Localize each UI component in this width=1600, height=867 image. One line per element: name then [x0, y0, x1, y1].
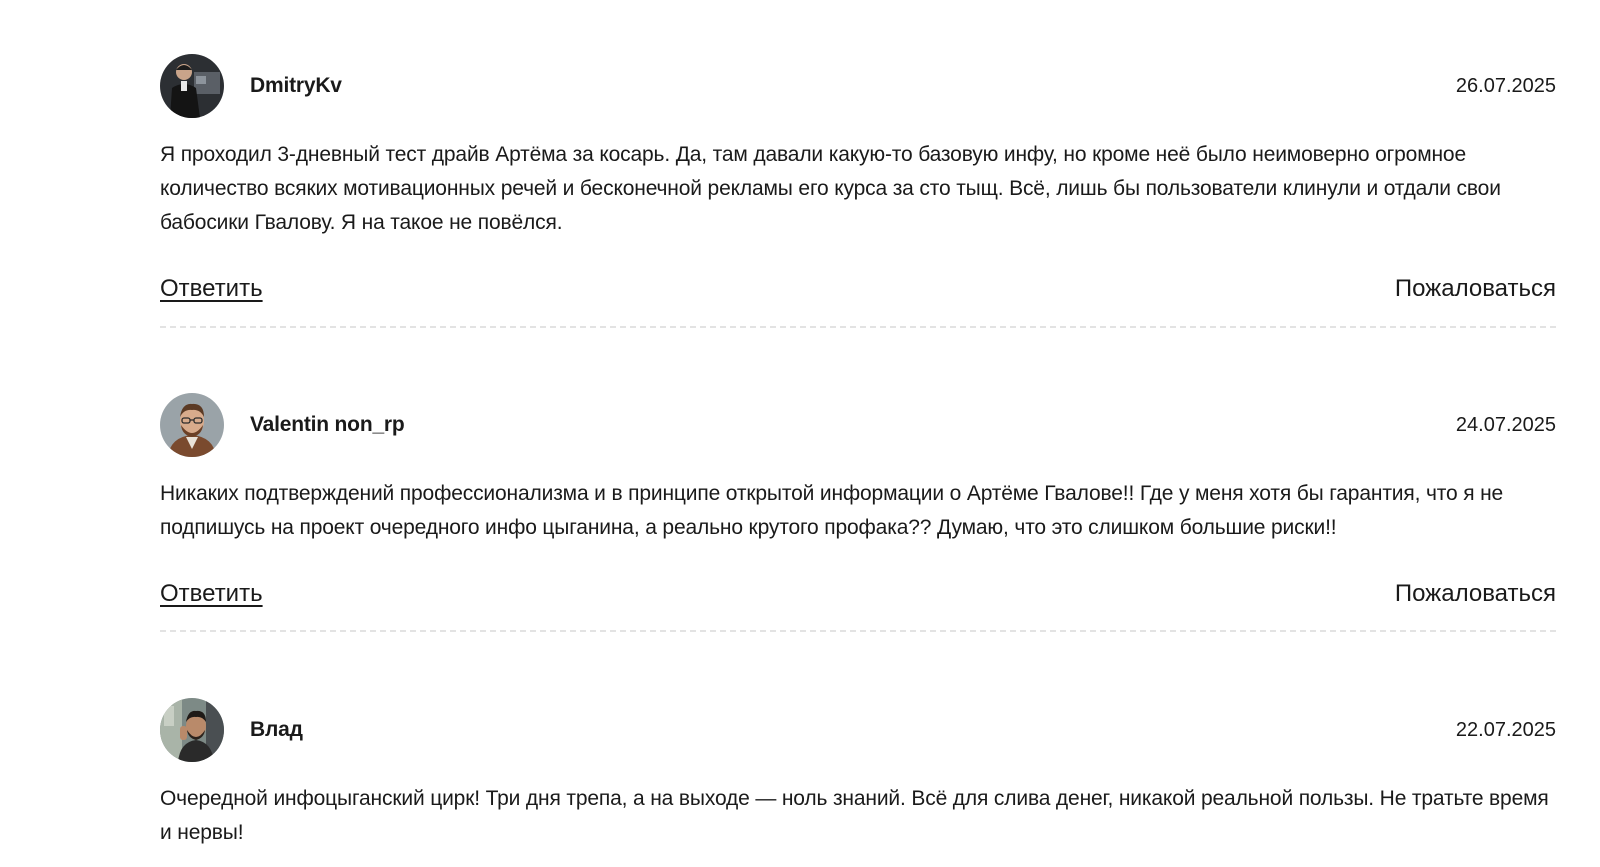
comment-actions: Ответить Пожаловаться [160, 274, 1556, 304]
comment-date: 24.07.2025 [1455, 414, 1556, 436]
comments-list: DmitryKv 26.07.2025 Я проходил 3-дневный… [0, 0, 1600, 867]
comment-divider [160, 326, 1556, 328]
comment-text: Очередной инфоцыганский цирк! Три дня тр… [160, 787, 1549, 844]
report-link[interactable]: Пожаловаться [1395, 579, 1556, 609]
comment-author: Влад [250, 718, 303, 741]
comment-item: DmitryKv 26.07.2025 Я проходил 3-дневный… [160, 54, 1556, 328]
user-avatar-photo-icon [160, 698, 224, 762]
comment-item: Влад 22.07.2025 Очередной инфоцыганский … [160, 698, 1556, 850]
comment-item: Valentin non_rp 24.07.2025 Никаких подтв… [160, 393, 1556, 632]
comment-text: Я проходил 3-дневный тест драйв Артёма з… [160, 143, 1501, 234]
comment-author: Valentin non_rp [250, 413, 405, 436]
comment-date: 22.07.2025 [1455, 719, 1556, 741]
user-avatar-photo-icon [160, 54, 224, 118]
report-link[interactable]: Пожаловаться [1395, 274, 1556, 304]
user-avatar-photo-icon [160, 393, 224, 457]
comment-actions: Ответить Пожаловаться [160, 579, 1556, 609]
comment-divider [160, 630, 1556, 632]
avatar[interactable] [160, 54, 224, 118]
comment-date: 26.07.2025 [1455, 75, 1556, 97]
reply-link[interactable]: Ответить [160, 274, 263, 304]
reply-link[interactable]: Ответить [160, 579, 263, 609]
comment-header: Valentin non_rp 24.07.2025 [160, 393, 1556, 457]
avatar[interactable] [160, 698, 224, 762]
comment-header: DmitryKv 26.07.2025 [160, 54, 1556, 118]
comment-author: DmitryKv [250, 74, 342, 97]
comment-header: Влад 22.07.2025 [160, 698, 1556, 762]
comment-text: Никаких подтверждений профессионализма и… [160, 482, 1504, 539]
avatar[interactable] [160, 393, 224, 457]
